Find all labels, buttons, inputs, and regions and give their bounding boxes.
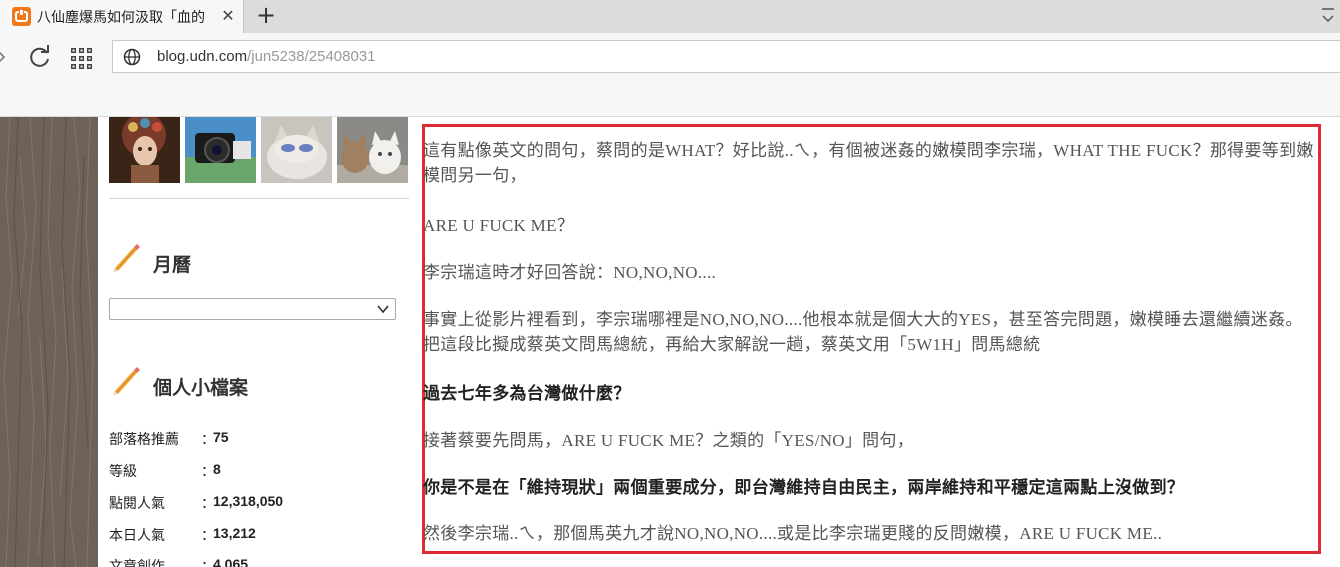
article-paragraph: 這有點像英文的問句，蔡問的是WHAT？好比說..ㄟ，有個被迷姦的嫩模問李宗瑞，W…: [423, 141, 1314, 185]
url-path: /jun5238/25408031: [247, 48, 376, 65]
article-paragraph: 然後李宗瑞..ㄟ，那個馬英九才說NO,NO,NO....或是比李宗瑞更賤的反問嫩…: [423, 524, 1163, 543]
pencil-icon: [109, 241, 143, 275]
reload-icon[interactable]: [27, 44, 53, 70]
photo-doll[interactable]: [109, 117, 180, 183]
profile-value: 13,212: [213, 525, 256, 541]
profile-label: 等級: [109, 464, 137, 480]
pencil-icon: [109, 364, 143, 398]
article-paragraph: 接著蔡要先問馬，ARE U FUCK ME？之類的「YES/NO」問句，: [423, 431, 915, 450]
tab-bar: 八仙塵爆馬如何汲取「血的 ✕ +: [0, 0, 1340, 33]
article-paragraph-bold: 你是不是在「維持現狀」兩個重要成分，即台灣維持自由民主，兩岸維持和平穩定這兩點上…: [423, 478, 1185, 497]
photo-cat[interactable]: [261, 117, 332, 183]
url-host: blog.udn.com: [157, 48, 248, 65]
udn-favicon-icon: [12, 7, 31, 26]
profile-value: 12,318,050: [213, 493, 284, 509]
calendar-title: 月曆: [153, 254, 192, 276]
tab-list-chevron-icon[interactable]: [1318, 5, 1338, 27]
article-paragraph: 李宗瑞這時才好回答說：NO,NO,NO....: [423, 263, 717, 282]
article-paragraph: 事實上從影片裡看到，李宗瑞哪裡是NO,NO,NO....他根本就是個大大的YES…: [423, 310, 1303, 354]
article-paragraph: ARE U FUCK ME？: [423, 216, 575, 235]
profile-value: 8: [213, 461, 221, 477]
profile-label: 點閱人氣: [109, 496, 165, 512]
photo-camera[interactable]: [185, 117, 256, 183]
address-bar[interactable]: blog.udn.com/jun5238/25408031: [112, 40, 1340, 73]
profile-label: 文章創作: [109, 559, 165, 567]
divider: [109, 198, 409, 199]
sidebar: 月曆 個人小檔案 部落格推薦 ： 75 等級 ： 8 點閱人氣 ： 12,318…: [98, 117, 420, 567]
calendar-select[interactable]: [109, 298, 396, 320]
tab-close-icon[interactable]: ✕: [219, 7, 237, 25]
back-arrow-icon[interactable]: [0, 45, 10, 69]
apps-grid-icon[interactable]: [70, 46, 94, 70]
profile-title: 個人小檔案: [153, 377, 249, 399]
profile-label: 部落格推薦: [109, 432, 179, 448]
browser-toolbar: blog.udn.com/jun5238/25408031: [0, 33, 1340, 117]
url-text[interactable]: blog.udn.com/jun5238/25408031: [157, 48, 376, 65]
page-content: 月曆 個人小檔案 部落格推薦 ： 75 等級 ： 8 點閱人氣 ： 12,318…: [0, 117, 1340, 567]
chevron-down-icon: [376, 301, 390, 315]
globe-icon: [123, 48, 141, 66]
active-tab[interactable]: 八仙塵爆馬如何汲取「血的 ✕: [0, 0, 244, 33]
tab-title: 八仙塵爆馬如何汲取「血的: [37, 10, 205, 26]
profile-value: 4,065: [213, 556, 249, 567]
photo-kittens[interactable]: [337, 117, 408, 183]
new-tab-button[interactable]: +: [254, 3, 278, 28]
profile-value: 75: [213, 429, 229, 445]
profile-label: 本日人氣: [109, 528, 165, 544]
article-body: 這有點像英文的問句，蔡問的是WHAT？好比說..ㄟ，有個被迷姦的嫩模問李宗瑞，W…: [420, 117, 1340, 567]
background-texture: [0, 117, 98, 567]
article-paragraph-bold: 過去七年多為台灣做什麼？: [423, 384, 631, 403]
